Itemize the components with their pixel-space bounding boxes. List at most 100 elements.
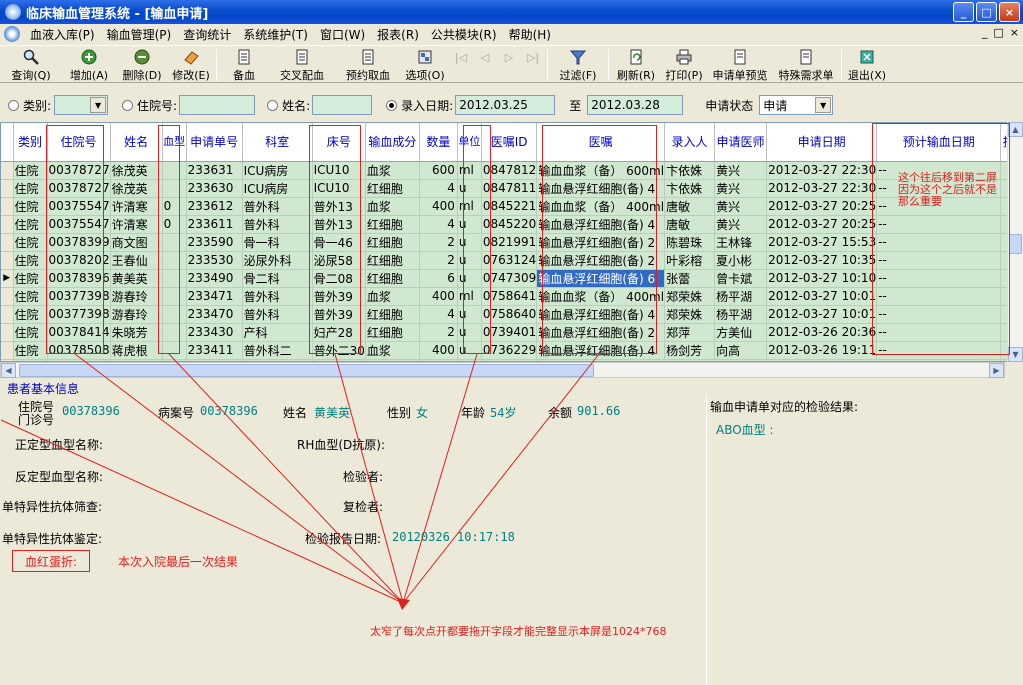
special-request-button[interactable]: 特殊需求单 bbox=[773, 46, 839, 82]
type-select[interactable]: ▼ bbox=[54, 95, 109, 115]
cell-request-date[interactable]: 2012-03-27 10:35 bbox=[766, 251, 878, 270]
cell-requesting-doctor[interactable]: 方美仙 bbox=[714, 323, 768, 342]
cell-category[interactable]: 住院 bbox=[13, 161, 48, 180]
menu-blood-inbound[interactable]: 血液入库(P) bbox=[24, 26, 101, 43]
cell-entered-by[interactable]: 杨剑芳 bbox=[664, 341, 716, 360]
table-row[interactable]: 住院 00378727 徐茂英 233631 ICU病房 ICU10 血浆 600 ml 0847… bbox=[1, 161, 1018, 180]
cell-name[interactable]: 商文图 bbox=[110, 233, 163, 252]
cell-department[interactable]: ICU病房 bbox=[242, 179, 313, 198]
cell-department[interactable]: ICU病房 bbox=[242, 161, 313, 180]
cell-requesting-doctor[interactable]: 曾卡斌 bbox=[714, 269, 768, 288]
table-row[interactable]: 住院 00377398 游春玲 233470 普外科 普外39 红细胞 4 u 0758640 输血… bbox=[1, 305, 1018, 324]
cell-department[interactable]: 普外科二 bbox=[242, 341, 313, 360]
cell-request-no[interactable]: 233630 bbox=[186, 179, 243, 198]
column-header-request-date[interactable]: 申请日期 bbox=[766, 123, 878, 162]
cell-entered-by[interactable]: 张蕾 bbox=[664, 269, 716, 288]
print-button[interactable]: 打印(P) bbox=[661, 46, 707, 82]
cell-component[interactable]: 血浆 bbox=[365, 341, 420, 360]
refresh-button[interactable]: 刷新(R) bbox=[611, 46, 661, 82]
row-indicator[interactable] bbox=[1, 251, 14, 270]
cell-category[interactable]: 住院 bbox=[13, 233, 48, 252]
cell-request-no[interactable]: 233430 bbox=[186, 323, 243, 342]
type-radio[interactable] bbox=[8, 99, 19, 111]
cell-requesting-doctor[interactable]: 王林锋 bbox=[714, 233, 768, 252]
cell-entered-by[interactable]: 郑荣姝 bbox=[664, 305, 716, 324]
cell-component[interactable]: 血浆 bbox=[365, 161, 420, 180]
row-indicator[interactable] bbox=[1, 179, 14, 198]
cell-request-date[interactable]: 2012-03-27 22:30 bbox=[766, 161, 878, 180]
close-button[interactable]: × bbox=[999, 2, 1020, 22]
cell-name[interactable]: 许清寒 bbox=[110, 215, 163, 234]
cell-entered-by[interactable]: 郑萍 bbox=[664, 323, 716, 342]
scroll-down-icon[interactable]: ▼ bbox=[1008, 347, 1023, 362]
cell-category[interactable]: 住院 bbox=[13, 179, 48, 198]
column-header-category[interactable]: 类别 bbox=[13, 123, 48, 162]
scroll-left-icon[interactable]: ◀ bbox=[1, 363, 16, 378]
table-row[interactable]: 住院 00375547 许清寒 0 233612 普外科 普外13 血浆 400 ml 084522… bbox=[1, 197, 1018, 216]
cell-request-no[interactable]: 233471 bbox=[186, 287, 243, 306]
cell-request-no[interactable]: 233611 bbox=[186, 215, 243, 234]
scroll-right-icon[interactable]: ▶ bbox=[989, 363, 1004, 378]
last-record-button[interactable]: ▷| bbox=[521, 46, 545, 82]
date-to-input[interactable]: 2012.03.28 bbox=[587, 95, 684, 115]
inpatient-input[interactable] bbox=[179, 95, 256, 115]
current-row-indicator-icon[interactable]: ▶ bbox=[1, 269, 14, 288]
filter-button[interactable]: 过滤(F) bbox=[550, 46, 606, 82]
options-button[interactable]: 选项(O) bbox=[401, 46, 449, 82]
cell-component[interactable]: 红细胞 bbox=[365, 179, 420, 198]
cell-department[interactable]: 产科 bbox=[242, 323, 313, 342]
cell-request-date[interactable]: 2012-03-27 20:25 bbox=[766, 197, 878, 216]
edit-button[interactable]: 修改(E) bbox=[168, 46, 214, 82]
row-indicator[interactable] bbox=[1, 323, 14, 342]
cell-requesting-doctor[interactable]: 向高 bbox=[714, 341, 768, 360]
cell-request-no[interactable]: 233590 bbox=[186, 233, 243, 252]
cell-quantity[interactable]: 2 bbox=[419, 323, 458, 342]
cell-request-no[interactable]: 233470 bbox=[186, 305, 243, 324]
cell-entered-by[interactable]: 唐敏 bbox=[664, 197, 716, 216]
delete-button[interactable]: 删除(D) bbox=[116, 46, 168, 82]
row-indicator[interactable] bbox=[1, 161, 14, 180]
cell-request-date[interactable]: 2012-03-26 20:36 bbox=[766, 323, 878, 342]
row-indicator[interactable] bbox=[1, 287, 14, 306]
cell-category[interactable]: 住院 bbox=[13, 305, 48, 324]
cell-category[interactable]: 住院 bbox=[13, 215, 48, 234]
cell-name[interactable]: 蒋虎根 bbox=[110, 341, 163, 360]
cell-entered-by[interactable]: 卞依姝 bbox=[664, 161, 716, 180]
cell-department[interactable]: 普外科 bbox=[242, 287, 313, 306]
cell-quantity[interactable]: 2 bbox=[419, 233, 458, 252]
cell-category[interactable]: 住院 bbox=[13, 269, 48, 288]
cell-department[interactable]: 骨二科 bbox=[242, 269, 313, 288]
cell-name[interactable]: 朱晓芳 bbox=[110, 323, 163, 342]
cell-department[interactable]: 普外科 bbox=[242, 305, 313, 324]
cell-requesting-doctor[interactable]: 杨平湖 bbox=[714, 287, 768, 306]
date-from-input[interactable]: 2012.03.25 bbox=[455, 95, 556, 115]
cell-name[interactable]: 游春玲 bbox=[110, 287, 163, 306]
cell-requesting-doctor[interactable]: 黄兴 bbox=[714, 197, 768, 216]
cell-requesting-doctor[interactable]: 夏小彬 bbox=[714, 251, 768, 270]
row-indicator[interactable] bbox=[1, 197, 14, 216]
cell-entered-by[interactable]: 叶彩榕 bbox=[664, 251, 716, 270]
cell-quantity[interactable]: 2 bbox=[419, 251, 458, 270]
cell-request-date[interactable]: 2012-03-27 20:25 bbox=[766, 215, 878, 234]
column-header-requesting-doctor[interactable]: 申请医师 bbox=[714, 123, 768, 162]
menu-system-maint[interactable]: 系统维护(T) bbox=[237, 26, 314, 43]
cell-component[interactable]: 红细胞 bbox=[365, 305, 420, 324]
menu-query-stats[interactable]: 查询统计 bbox=[177, 26, 237, 43]
cell-name[interactable]: 徐茂英 bbox=[110, 179, 163, 198]
menu-window[interactable]: 窗口(W) bbox=[314, 26, 371, 43]
cell-department[interactable]: 泌尿外科 bbox=[242, 251, 313, 270]
cell-component[interactable]: 血浆 bbox=[365, 287, 420, 306]
cell-request-date[interactable]: 2012-03-27 10:01 bbox=[766, 287, 878, 306]
table-row[interactable]: 住院 00378202 王春仙 233530 泌尿外科 泌尿58 红细胞 2 u 0763124 输… bbox=[1, 251, 1018, 270]
table-row[interactable]: 住院 00378508 蒋虎根 233411 普外科二 普外二30 血浆 400 u 073622… bbox=[1, 341, 1018, 360]
cell-request-no[interactable]: 233411 bbox=[186, 341, 243, 360]
cell-category[interactable]: 住院 bbox=[13, 341, 48, 360]
cell-component[interactable]: 红细胞 bbox=[365, 323, 420, 342]
cell-name[interactable]: 黄美英 bbox=[110, 269, 163, 288]
table-row[interactable]: 住院 00378727 徐茂英 233630 ICU病房 ICU10 红细胞 4 u 084781… bbox=[1, 179, 1018, 198]
cell-department[interactable]: 普外科 bbox=[242, 197, 313, 216]
menu-report[interactable]: 报表(R) bbox=[371, 26, 425, 43]
row-indicator[interactable] bbox=[1, 305, 14, 324]
table-row[interactable]: ▶ 住院 00378396 黄美英 233490 骨二科 骨二08 红细胞 6 u 0747309 输… bbox=[1, 269, 1018, 288]
cell-quantity[interactable]: 400 bbox=[419, 341, 458, 360]
